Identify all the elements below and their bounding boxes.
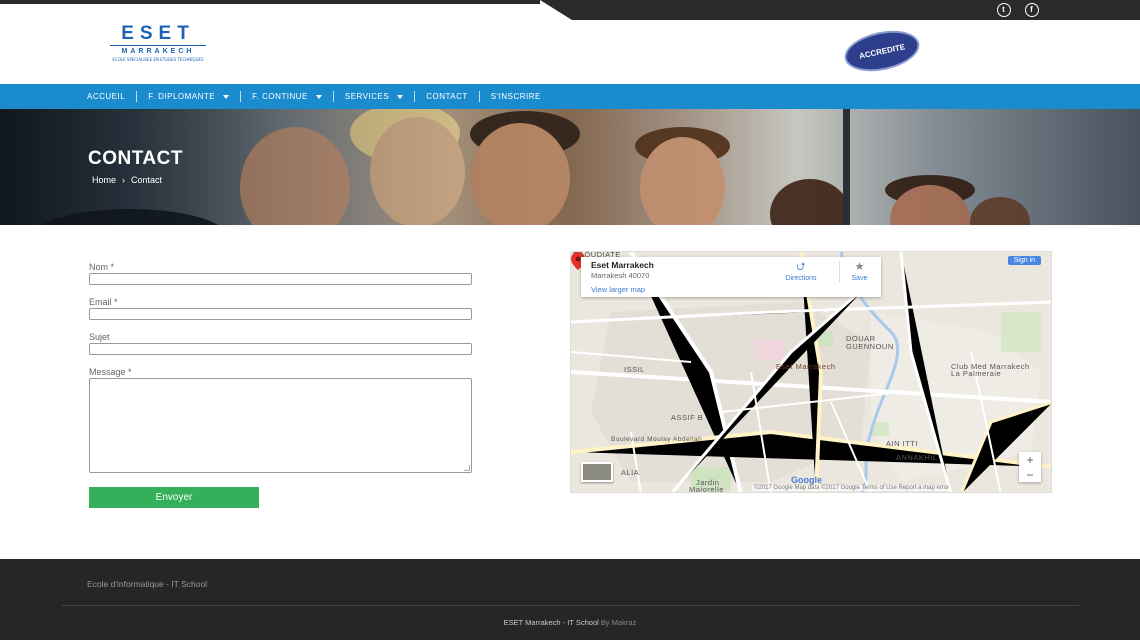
accreditation-seal: ACCREDITE [840,24,924,78]
logo-title: ESET [121,23,195,44]
map-place-name: Eset Marrakech [591,260,654,270]
zoom-in-button[interactable]: + [1019,452,1041,467]
logo-subtitle: MARRAKECH [110,45,206,57]
satellite-thumbnail[interactable] [581,462,613,482]
breadcrumb-home[interactable]: Home [92,175,116,185]
page-title: CONTACT [88,148,183,169]
map-label-ain-itti: AIN ITTI [886,439,918,448]
nav-label: ACCUEIL [87,92,126,101]
facebook-icon[interactable]: f [1021,3,1042,17]
map-label-guennoun: GUENNOUN [846,342,894,351]
author-link[interactable]: By Makraz [601,618,636,627]
directions-button[interactable]: ⮍ Directions [774,261,828,282]
save-button[interactable]: ★ Save [839,261,879,282]
top-bar-dark [540,0,1140,20]
google-logo: Google [791,475,822,485]
message-label: Message * [89,367,132,377]
nav-divider [332,91,334,102]
map-zoom-control: + − [1019,452,1041,482]
map-label-majorelle: Majorelle [689,485,724,493]
map-marker-label: Eset Marrakech [776,362,836,371]
nav-item-f-continue[interactable]: F. CONTINUE [252,92,322,101]
nav-label: CONTACT [426,92,468,101]
footer-divider [62,605,1079,606]
map-label-moulay-abdellah: Boulevard Moulay Abdellah [611,436,703,443]
directions-icon: ⮍ [796,261,806,273]
chevron-down-icon [397,94,404,99]
contact-form: Nom * Email * Sujet Message * Envoyer [89,262,473,508]
accreditation-badge: ACCREDITE [840,24,924,78]
breadcrumb-separator: › [122,175,126,185]
nom-field[interactable] [89,273,472,285]
map-place-address: Marrakesh 40070 [591,271,650,280]
zoom-out-button[interactable]: − [1019,467,1041,482]
twitter-icon[interactable]: t [993,3,1014,17]
nav-label: S'INSCRIRE [490,92,541,101]
nom-label: Nom * [89,262,115,272]
breadcrumb: Home › Contact [92,175,162,185]
footer-tagline: Ecole d'informatique - IT School [87,579,208,589]
nav-divider [478,91,480,102]
logo-tagline: ECOLE SPECIALISEE EN ETUDES TECHNIQUES [112,57,204,62]
nav-label: SERVICES [344,92,390,101]
nav-item-services[interactable]: SERVICES [344,92,404,101]
message-textarea[interactable] [89,378,472,473]
sujet-field[interactable] [89,343,472,355]
map-sign-in-button[interactable]: Sign in [1007,256,1041,265]
nav-item-sinscrire[interactable]: S'INSCRIRE [491,92,541,101]
map-label-palmeraie: La Palmeraie [951,369,1002,378]
main-nav: ACCUEIL F. DIPLOMANTE F. CONTINUE SERVIC… [0,84,1140,109]
facebook-glyph: f [1024,3,1039,17]
site-header: ESET MARRAKECH ECOLE SPECIALISEE EN ETUD… [0,20,1140,84]
map-label-alia: ALIA [621,468,640,477]
map-label-assif: ASSIF B [671,413,704,422]
email-label: Email * [89,297,118,307]
footer-copyright: ESET Marrakech - IT School By Makraz [0,618,1140,627]
directions-label: Directions [785,275,817,282]
email-field[interactable] [89,308,472,320]
breadcrumb-current: Contact [131,175,163,185]
map-label-issil: ISSIL [624,365,645,374]
nav-divider [414,91,416,102]
map-info-card: Eset Marrakech Marrakesh 40070 View larg… [581,257,881,297]
twitter-glyph: t [996,3,1011,17]
site-footer: Ecole d'informatique - IT School ESET Ma… [0,559,1140,640]
view-larger-map-link[interactable]: View larger map [591,285,645,294]
sujet-label: Sujet [89,332,110,342]
nav-item-f-diplomante[interactable]: F. DIPLOMANTE [148,92,230,101]
nav-divider [240,91,242,102]
top-bar-accent [0,0,540,4]
chevron-down-icon [223,94,230,99]
nav-divider [136,91,138,102]
social-links: t f [993,3,1042,17]
submit-button[interactable]: Envoyer [89,487,259,508]
save-label: Save [851,275,868,282]
chevron-down-icon [315,94,322,99]
top-bar: t f [0,0,1140,20]
copyright-text: ESET Marrakech - IT School [503,618,599,627]
map-attribution: ©2017 Google Map data ©2017 Google Terms… [752,485,952,491]
nav-label: F. CONTINUE [252,92,308,101]
star-icon: ★ [854,261,865,273]
map-embed[interactable]: DOUAR GUENNOUN ISSIL ASSIF B AIN ITTI AN… [570,251,1052,493]
hero-banner: CONTACT Home › Contact [0,109,1140,225]
nav-label: F. DIPLOMANTE [148,92,216,101]
map-label-annakhil: ANNAKHIL [896,453,938,462]
site-logo[interactable]: ESET MARRAKECH ECOLE SPECIALISEE EN ETUD… [96,24,220,66]
nav-item-contact[interactable]: CONTACT [426,92,468,101]
nav-item-accueil[interactable]: ACCUEIL [87,92,125,101]
